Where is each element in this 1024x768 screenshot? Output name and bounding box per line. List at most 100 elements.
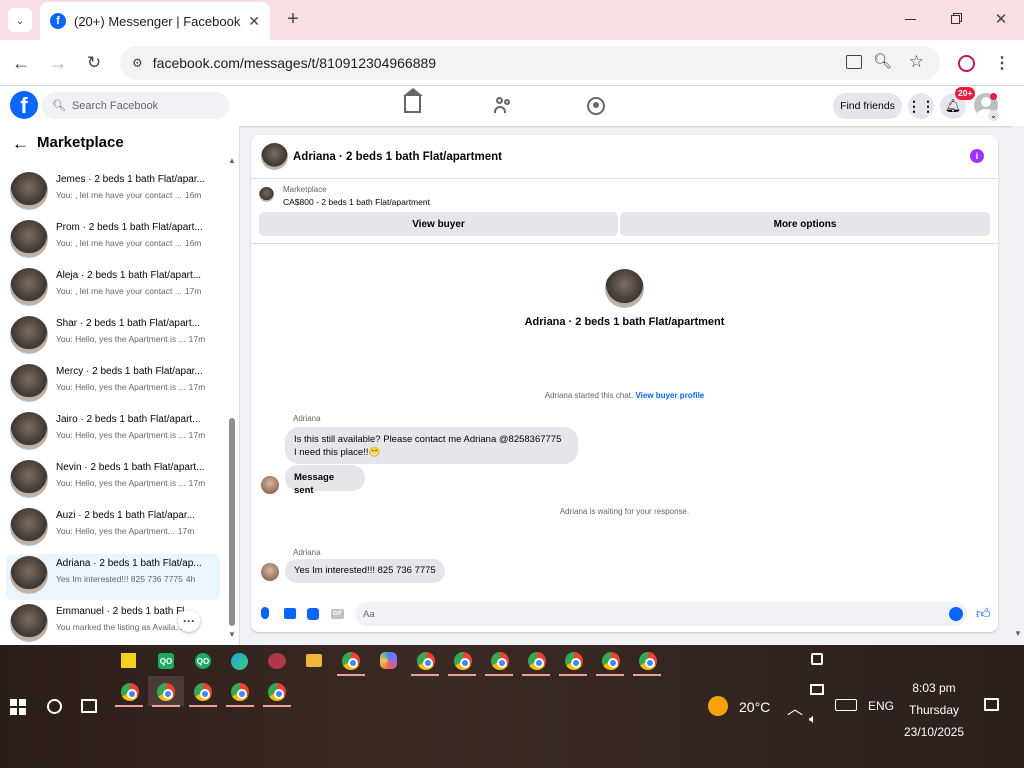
scrollbar-track[interactable]: ▲ ▼ — [228, 156, 236, 641]
menu-grid-icon[interactable]: ⋮⋮ — [907, 93, 935, 119]
sticky-notes-icon[interactable] — [121, 653, 136, 668]
restore-icon[interactable] — [945, 8, 965, 30]
conversation-preview: You marked the listing as Availa...h — [56, 622, 190, 632]
conversation-item[interactable]: Adriana · 2 beds 1 bath Flat/ap... Yes Im… — [6, 554, 220, 600]
scroll-down-icon[interactable]: ▼ — [228, 630, 236, 639]
minimize-icon[interactable] — [900, 8, 920, 30]
chrome-icon[interactable] — [565, 652, 583, 670]
chrome-icon[interactable] — [639, 652, 657, 670]
conversation-item[interactable]: Auzi · 2 beds 1 bath Flat/apar... You: He… — [6, 506, 220, 552]
volume-icon[interactable]: 🔈︎ — [809, 711, 817, 727]
notifications-icon[interactable] — [984, 698, 999, 711]
chrome-icon[interactable] — [121, 683, 139, 701]
thumbs-up-icon[interactable]: 👍︎ — [976, 605, 991, 622]
scroll-up-icon[interactable]: ▲ — [228, 156, 236, 165]
account-chevron-icon[interactable]: ⌄ — [988, 110, 999, 121]
chrome-icon[interactable] — [491, 652, 509, 670]
forward-arrow-icon[interactable]: → — [47, 52, 69, 74]
microphone-icon[interactable] — [261, 607, 269, 619]
task-view-icon[interactable] — [81, 699, 97, 713]
weather-sun-icon[interactable] — [708, 696, 728, 716]
search-circle-icon[interactable] — [47, 699, 62, 714]
tab-messenger[interactable]: f (20+) Messenger | Facebook ✕ — [40, 2, 270, 40]
emoji-icon[interactable] — [949, 607, 963, 621]
language-indicator[interactable]: ENG — [868, 699, 894, 713]
bookmark-star-icon[interactable]: ☆ — [909, 52, 924, 72]
back-arrow-icon[interactable]: ← — [12, 134, 29, 154]
site-info-icon[interactable]: ⚙ — [132, 56, 143, 70]
chat-header-avatar[interactable] — [261, 143, 288, 170]
view-buyer-profile-link[interactable]: View buyer profile — [635, 391, 704, 400]
find-friends-button[interactable]: Find friends — [833, 93, 902, 119]
conversation-preview: Yes Im interested!!! 825 736 7775 4h — [56, 574, 195, 584]
chat-header-title[interactable]: Adriana · 2 beds 1 bath Flat/apartment — [293, 151, 502, 163]
profile-icon[interactable] — [955, 52, 977, 74]
reload-icon[interactable]: ↻ — [83, 52, 105, 74]
friends-icon[interactable] — [494, 97, 514, 113]
profile-avatar[interactable] — [605, 269, 644, 308]
conversation-item[interactable]: Aleja · 2 beds 1 bath Flat/apart... You: … — [6, 266, 220, 312]
preview-text: You: Hello, yes the Apartment is ... — [56, 382, 186, 392]
address-bar[interactable]: ⚙ facebook.com/messages/t/81091230496688… — [120, 46, 940, 80]
page-scrollbar[interactable]: ▼ — [1012, 126, 1024, 645]
network-icon[interactable] — [810, 684, 824, 695]
windows-start-icon[interactable] — [10, 699, 26, 715]
keyboard-icon[interactable] — [835, 699, 857, 711]
chrome-icon[interactable] — [454, 652, 472, 670]
file-explorer-icon[interactable] — [306, 654, 322, 667]
conversation-item[interactable]: Prom · 2 beds 1 bath Flat/apart... You: ,… — [6, 218, 220, 264]
sticker-icon[interactable] — [307, 608, 319, 620]
edge-browser-icon[interactable] — [231, 653, 248, 670]
install-app-icon[interactable] — [846, 55, 862, 69]
message-bubble[interactable]: Message sent — [285, 465, 365, 496]
chrome-icon[interactable] — [417, 652, 435, 670]
info-icon[interactable]: i — [970, 149, 984, 163]
facebook-logo-icon[interactable]: f — [10, 91, 38, 119]
weather-temp[interactable]: 20°C — [739, 699, 770, 715]
chrome-icon[interactable] — [231, 683, 249, 701]
app-green-icon-2[interactable]: QO — [195, 653, 211, 669]
tab-close-icon[interactable]: ✕ — [248, 13, 260, 30]
app-green-icon[interactable]: QO — [158, 653, 174, 669]
chrome-icon[interactable] — [528, 652, 546, 670]
app-logo-icon[interactable] — [268, 653, 286, 669]
copilot-icon[interactable] — [380, 652, 397, 669]
view-buyer-button[interactable]: View buyer — [259, 212, 618, 236]
groups-icon[interactable] — [587, 97, 605, 115]
scrollbar-thumb[interactable] — [229, 418, 235, 626]
message-bubble[interactable]: Yes Im interested!!! 825 736 7775 — [285, 559, 445, 583]
show-hidden-icons-chevron[interactable]: ︿ — [787, 695, 803, 719]
close-window-icon[interactable]: ✕ — [990, 8, 1012, 30]
home-icon[interactable] — [403, 88, 423, 113]
clock[interactable]: 8:03 pm Thursday 23/10/2025 — [898, 677, 970, 743]
conversation-item[interactable]: Shar · 2 beds 1 bath Flat/apart... You: H… — [6, 314, 220, 360]
photo-icon[interactable] — [284, 608, 296, 619]
more-options-button[interactable]: More options — [620, 212, 990, 236]
scroll-down-icon[interactable]: ▼ — [1014, 629, 1022, 638]
listing-price[interactable]: CA$800 - 2 beds 1 bath Flat/apartment — [283, 197, 430, 207]
back-arrow-icon[interactable]: ← — [10, 52, 32, 74]
zoom-icon[interactable]: 🔍︎ — [873, 52, 892, 70]
more-options-icon[interactable]: ··· — [178, 610, 200, 632]
message-input[interactable]: Aa — [355, 602, 967, 626]
meet-now-icon[interactable] — [811, 653, 823, 665]
conversation-avatar — [10, 412, 48, 450]
conversation-item[interactable]: Jemes · 2 beds 1 bath Flat/apar... You: ,… — [6, 170, 220, 216]
conversation-item[interactable]: Mercy · 2 beds 1 bath Flat/apar... You: H… — [6, 362, 220, 408]
url-text[interactable]: facebook.com/messages/t/810912304966889 — [153, 55, 436, 71]
chrome-icon[interactable] — [194, 683, 212, 701]
conversation-item[interactable]: Jairo · 2 beds 1 bath Flat/apart... You: … — [6, 410, 220, 456]
chrome-icon[interactable] — [157, 683, 175, 701]
message-bubble[interactable]: Is this still available? Please contact … — [285, 427, 578, 464]
listing-thumbnail[interactable] — [259, 187, 274, 202]
chrome-icon[interactable] — [342, 652, 360, 670]
conversation-item[interactable]: Nevin · 2 beds 1 bath Flat/apart... You: … — [6, 458, 220, 504]
facebook-search-input[interactable]: 🔍︎ Search Facebook — [42, 92, 229, 119]
menu-kebab-icon[interactable]: ⋮ — [992, 52, 1012, 74]
chrome-icon[interactable] — [602, 652, 620, 670]
preview-text: You: Hello, yes the Apartment is ... — [56, 334, 186, 344]
gif-icon[interactable]: GIF — [331, 609, 344, 619]
chrome-icon[interactable] — [268, 683, 286, 701]
tab-search-button[interactable]: ⌄ — [8, 8, 32, 32]
new-tab-icon[interactable]: + — [282, 8, 304, 30]
